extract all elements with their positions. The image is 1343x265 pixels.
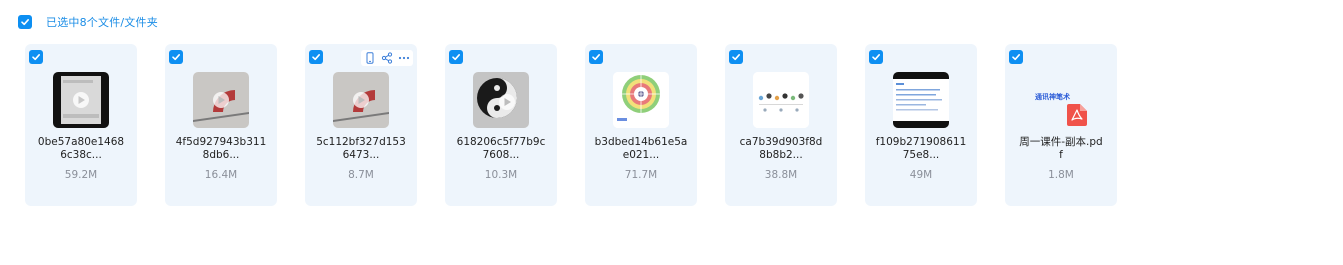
file-name-line1: 4f5d927943b311 [175,136,267,148]
card-toolbar [361,50,413,66]
image-thumbnail[interactable] [893,72,949,128]
file-name: f109b271908611 75e8... [869,136,973,162]
checkmark-icon [1012,54,1020,61]
file-size: 8.7M [348,169,374,181]
file-checkbox[interactable] [1009,50,1023,64]
file-name: 4f5d927943b311 8db6... [169,136,273,162]
file-grid: 0be57a80e1468 6c38c... 59.2M 4f5d927943b… [25,44,1145,206]
file-size: 59.2M [64,169,98,181]
file-name-line1: 5c112bf327d153 [316,136,406,148]
file-checkbox[interactable] [29,50,43,64]
select-all-checkbox[interactable] [18,15,32,29]
file-card[interactable]: f109b271908611 75e8... 49M [865,44,977,206]
file-size: 71.7M [624,169,658,181]
file-name: 618206c5f77b9c 7608... [449,136,553,162]
checkmark-icon [592,54,600,61]
video-thumbnail[interactable] [53,72,109,128]
image-thumbnail[interactable] [753,72,809,128]
checkmark-icon [312,54,320,61]
file-name: b3dbed14b61e5a e021... [589,136,693,162]
file-card[interactable]: 通讯神笔术 周一课件-副本.pd f 1.8M [1005,44,1117,206]
file-card[interactable]: 618206c5f77b9c 7608... 10.3M [445,44,557,206]
file-name-line1: b3dbed14b61e5a [594,136,688,148]
file-name-line1: f109b271908611 [875,136,967,148]
checkmark-icon [21,19,29,26]
file-name-line2: e021... [622,149,660,161]
file-checkbox[interactable] [869,50,883,64]
file-name-line1: 0be57a80e1468 [37,136,125,148]
file-name-line2: f [1059,149,1063,161]
video-thumbnail[interactable] [333,72,389,128]
file-card[interactable]: ca7b39d903f8d 8b8b2... 38.8M [725,44,837,206]
file-name-line2: 6c38c... [60,149,102,161]
file-name: 0be57a80e1468 6c38c... [29,136,133,162]
image-thumbnail[interactable] [613,72,669,128]
pdf-thumbnail[interactable]: 通讯神笔术 [1033,72,1089,128]
file-checkbox[interactable] [309,50,323,64]
file-checkbox[interactable] [169,50,183,64]
file-name-line2: 75e8... [902,149,940,161]
pdf-file-icon [1067,104,1087,126]
selected-count-label: 已选中8个文件/文件夹 [46,16,158,29]
phone-icon[interactable] [364,52,376,64]
file-card[interactable]: 0be57a80e1468 6c38c... 59.2M [25,44,137,206]
video-thumbnail[interactable] [193,72,249,128]
checkmark-icon [32,54,40,61]
file-name-line1: ca7b39d903f8d [739,136,823,148]
file-card[interactable]: b3dbed14b61e5a e021... 71.7M [585,44,697,206]
file-checkbox[interactable] [449,50,463,64]
file-size: 1.8M [1048,169,1074,181]
file-name: 周一课件-副本.pd f [1009,136,1113,162]
file-size: 10.3M [484,169,518,181]
share-icon[interactable] [381,52,393,64]
pdf-thumbnail-caption: 通讯神笔术 [1035,93,1070,101]
more-icon[interactable] [398,52,410,64]
file-name: 5c112bf327d153 6473... [309,136,413,162]
file-card[interactable]: 4f5d927943b311 8db6... 16.4M [165,44,277,206]
checkmark-icon [872,54,880,61]
file-name: ca7b39d903f8d 8b8b2... [729,136,833,162]
checkmark-icon [732,54,740,61]
file-name-line2: 7608... [482,149,520,161]
file-checkbox[interactable] [589,50,603,64]
file-name-line2: 8b8b2... [759,149,803,161]
file-name-line2: 8db6... [202,149,240,161]
file-name-line1: 周一课件-副本.pd [1019,136,1103,148]
file-name-line2: 6473... [342,149,380,161]
video-thumbnail[interactable] [473,72,529,128]
checkmark-icon [452,54,460,61]
select-all-bar: 已选中8个文件/文件夹 [18,13,158,31]
file-checkbox[interactable] [729,50,743,64]
checkmark-icon [172,54,180,61]
file-card[interactable]: 5c112bf327d153 6473... 8.7M [305,44,417,206]
file-size: 16.4M [204,169,238,181]
file-size: 38.8M [764,169,798,181]
file-size: 49M [909,169,933,181]
file-name-line1: 618206c5f77b9c [456,136,546,148]
